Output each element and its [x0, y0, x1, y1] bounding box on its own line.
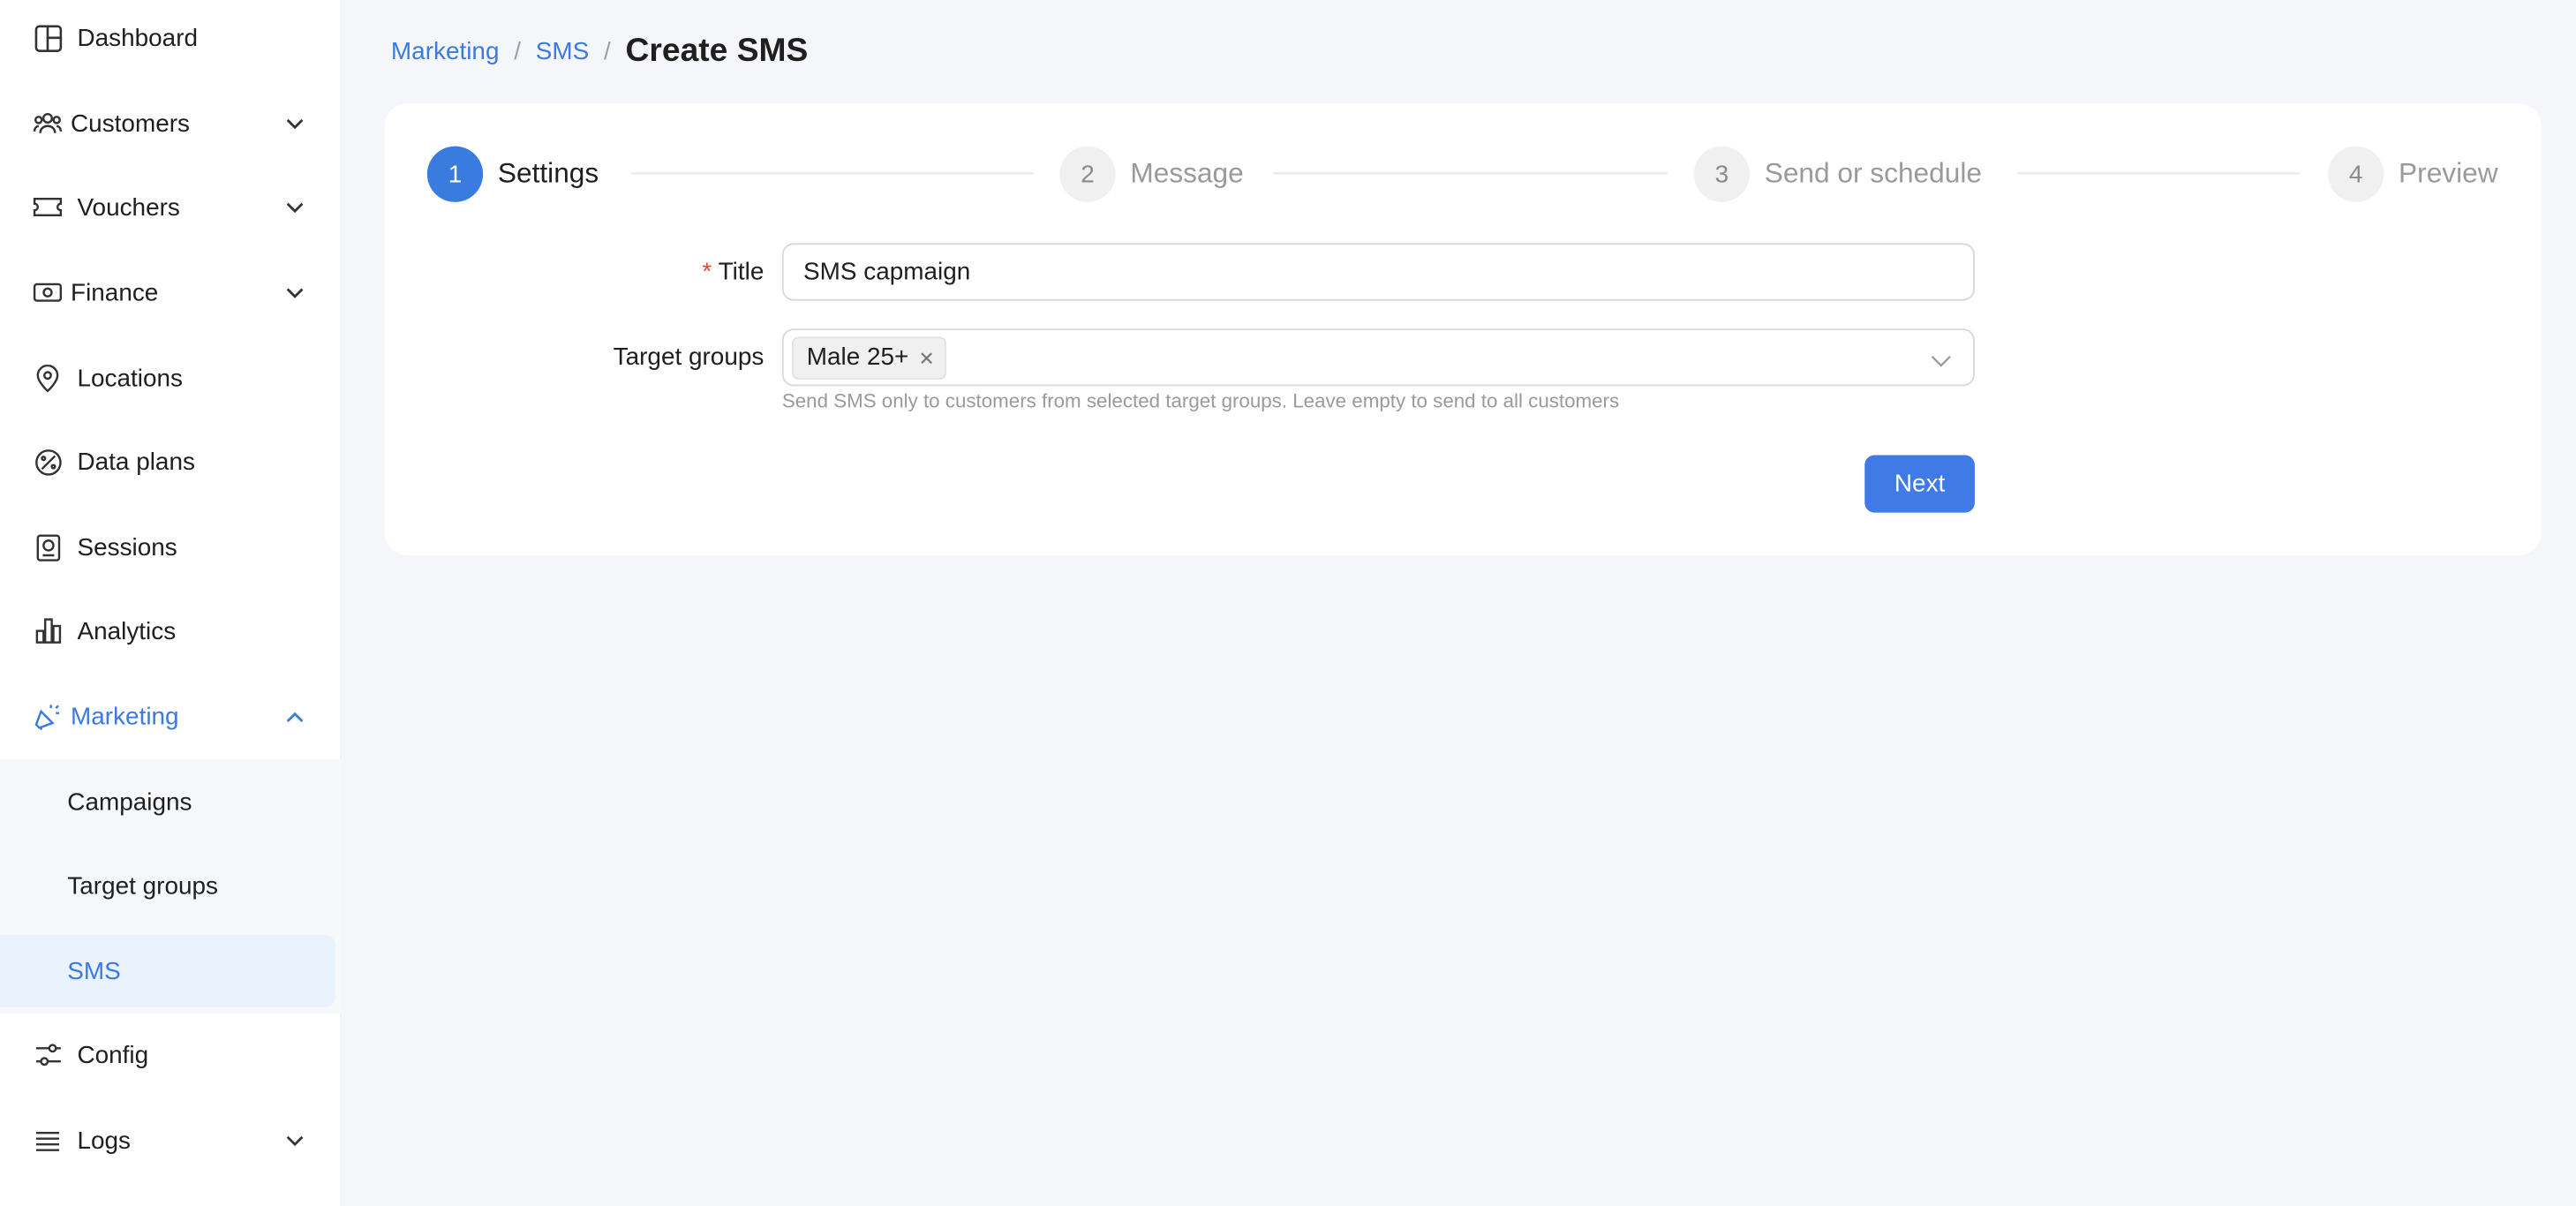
sidebar-subitem-label: SMS	[67, 957, 121, 985]
step-number: 3	[1693, 146, 1750, 202]
breadcrumb-separator: /	[514, 36, 521, 65]
location-pin-icon	[33, 363, 62, 392]
step-number: 1	[426, 146, 484, 202]
target-groups-label: Target groups	[613, 343, 765, 372]
sidebar-item-vouchers[interactable]: Vouchers	[0, 171, 342, 244]
marketing-icon	[33, 702, 62, 731]
chevron-down-icon	[1931, 347, 1954, 370]
title-input-value: SMS capmaign	[803, 258, 971, 286]
sidebar-item-label: Sessions	[77, 532, 177, 562]
next-button[interactable]: Next	[1864, 455, 1975, 513]
step-message[interactable]: 2 Message	[1059, 146, 1244, 202]
sidebar-subitem-target-groups[interactable]: Target groups	[0, 849, 342, 922]
data-plan-icon	[33, 447, 62, 476]
sidebar-item-label: Analytics	[77, 616, 177, 645]
config-sliders-icon	[33, 1040, 62, 1069]
step-title: Send or schedule	[1764, 157, 1982, 190]
step-settings[interactable]: 1 Settings	[426, 146, 599, 202]
sidebar-item-dashboard[interactable]: Dashboard	[0, 2, 342, 74]
sidebar-item-label: Customers	[71, 109, 191, 138]
sidebar-item-label: Config	[77, 1040, 149, 1069]
target-groups-help: Send SMS only to customers from selected…	[781, 389, 1620, 413]
step-number: 2	[1059, 146, 1116, 202]
sidebar-item-label: Logs	[77, 1126, 132, 1155]
app-root: Dashboard Customers Vouchers Finance Loc…	[0, 0, 2576, 1206]
required-mark: *	[702, 258, 712, 286]
breadcrumb-separator: /	[604, 36, 611, 65]
dashboard-icon	[33, 23, 62, 52]
sessions-icon	[33, 532, 62, 562]
chevron-down-icon	[282, 195, 305, 218]
sidebar-item-config[interactable]: Config	[0, 1019, 342, 1091]
finance-icon	[33, 278, 63, 307]
voucher-icon	[33, 192, 63, 222]
sidebar-item-label: Data plans	[77, 448, 195, 476]
title-input[interactable]: SMS capmaign	[781, 243, 1975, 301]
sidebar-item-data-plans[interactable]: Data plans	[0, 426, 342, 498]
sidebar-item-analytics[interactable]: Analytics	[0, 595, 342, 667]
sidebar-item-sessions[interactable]: Sessions	[0, 511, 342, 584]
tag-label: Male 25+	[806, 343, 909, 372]
step-connector	[630, 172, 1034, 175]
sidebar-item-label: Vouchers	[77, 192, 180, 222]
analytics-icon	[33, 616, 62, 645]
sidebar-item-locations[interactable]: Locations	[0, 342, 342, 414]
chevron-down-icon	[282, 112, 305, 135]
step-connector	[2017, 172, 2301, 175]
sidebar-item-label: Finance	[71, 278, 159, 307]
logs-list-icon	[33, 1126, 62, 1155]
create-sms-card: 1 Settings 2 Message 3 Send or schedule …	[384, 103, 2542, 556]
chevron-down-icon	[282, 1129, 305, 1152]
sidebar-item-label: Locations	[77, 364, 183, 392]
chevron-down-icon	[282, 281, 305, 304]
breadcrumb: Marketing / SMS / Create SMS	[391, 29, 808, 72]
step-preview[interactable]: 4 Preview	[2328, 146, 2498, 202]
sidebar-item-logs[interactable]: Logs	[0, 1104, 342, 1177]
title-label: * Title	[702, 258, 764, 286]
step-title: Preview	[2399, 157, 2498, 190]
sidebar-item-customers[interactable]: Customers	[0, 87, 342, 160]
step-send-or-schedule[interactable]: 3 Send or schedule	[1693, 146, 1982, 202]
sidebar-subitem-sms[interactable]: SMS	[0, 934, 335, 1007]
breadcrumb-link-sms[interactable]: SMS	[536, 37, 590, 65]
sidebar-item-label: Dashboard	[77, 23, 199, 52]
page-title: Create SMS	[625, 32, 809, 69]
step-number: 4	[2328, 146, 2384, 202]
sidebar-item-finance[interactable]: Finance	[0, 256, 342, 328]
target-group-tag: Male 25+	[792, 335, 947, 379]
sidebar-subitem-campaigns[interactable]: Campaigns	[0, 765, 342, 838]
step-connector	[1273, 172, 1668, 175]
sidebar: Dashboard Customers Vouchers Finance Loc…	[0, 0, 343, 1206]
sidebar-subitem-label: Campaigns	[67, 788, 192, 816]
title-label-text: Title	[718, 258, 765, 286]
sidebar-subitem-label: Target groups	[67, 871, 219, 900]
breadcrumb-link-marketing[interactable]: Marketing	[391, 37, 500, 65]
target-groups-select[interactable]: Male 25+	[781, 328, 1975, 387]
chevron-up-icon	[282, 705, 305, 727]
close-icon[interactable]	[919, 349, 936, 366]
step-title: Settings	[497, 157, 599, 190]
sidebar-item-marketing[interactable]: Marketing	[0, 680, 342, 752]
sidebar-item-label: Marketing	[71, 702, 179, 731]
customers-icon	[33, 109, 63, 138]
step-title: Message	[1130, 157, 1244, 190]
